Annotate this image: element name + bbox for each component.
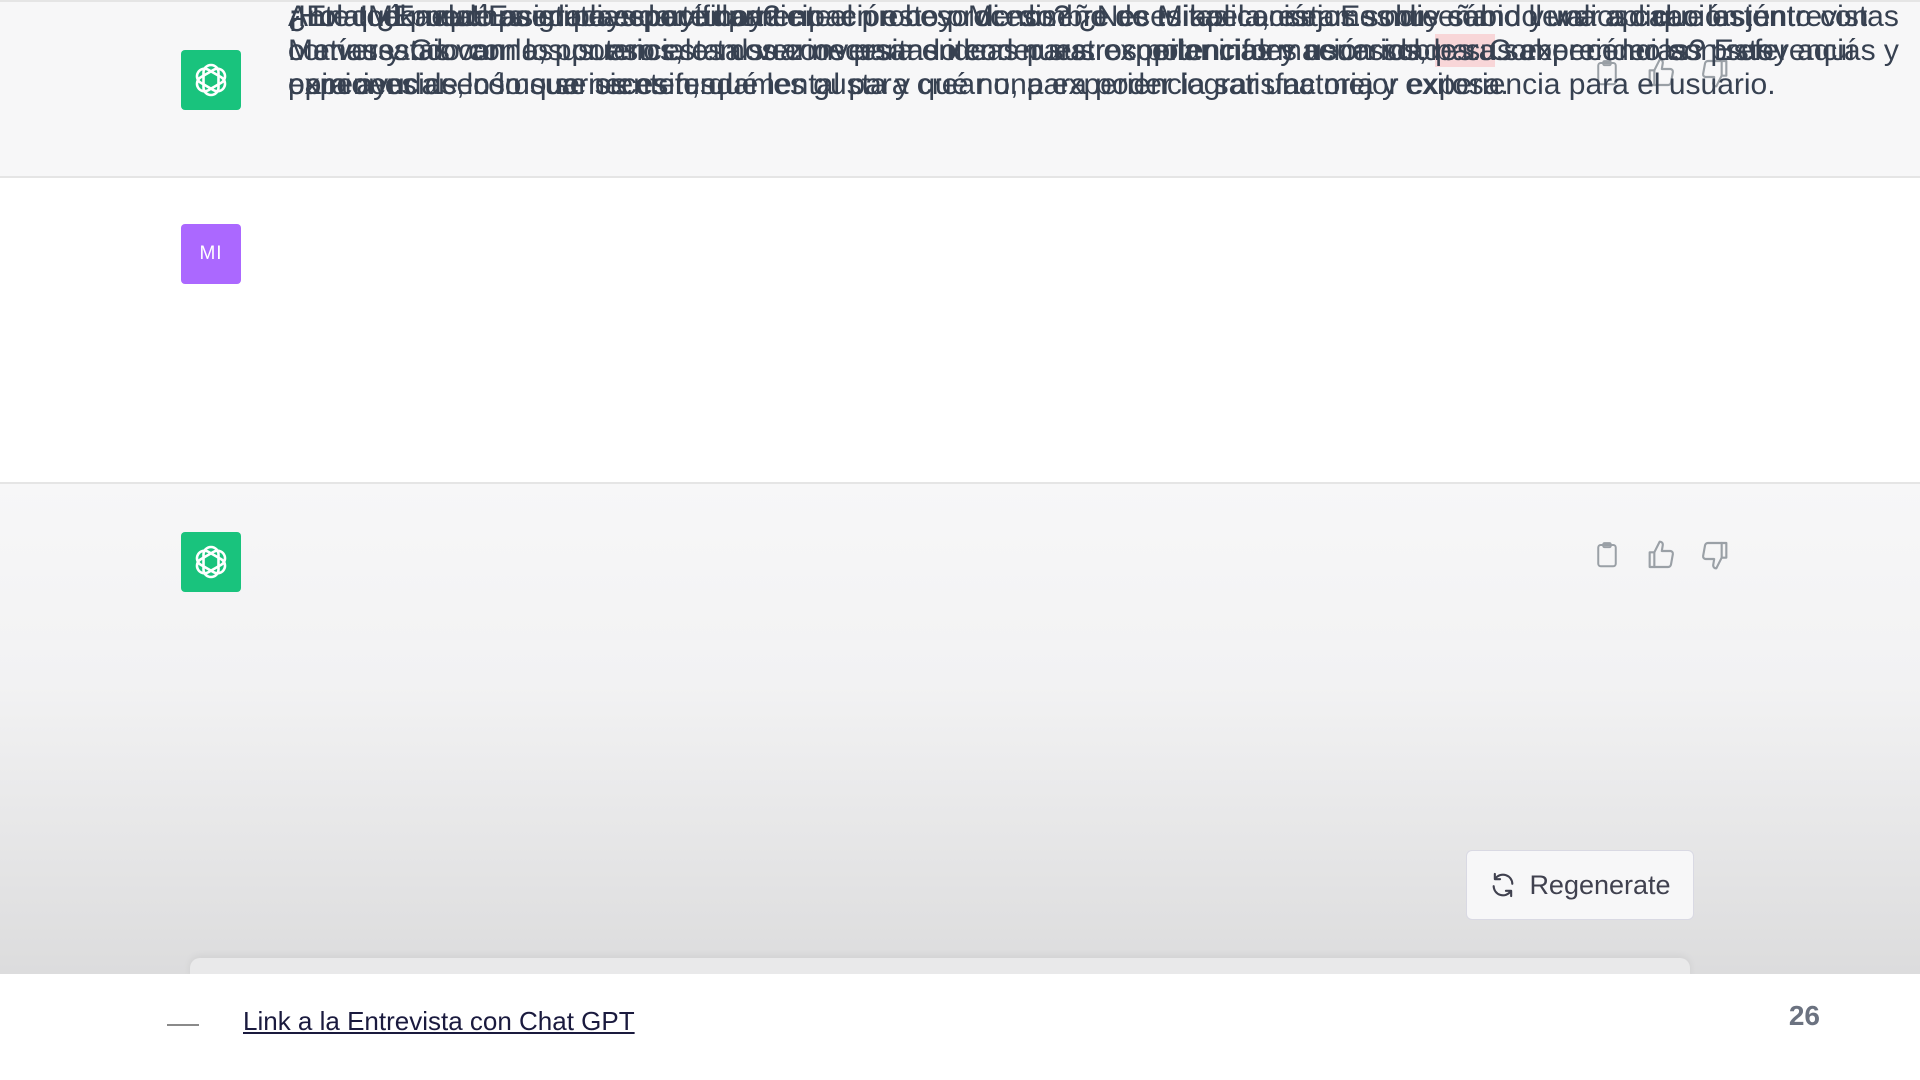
user-avatar: MI (181, 224, 241, 284)
assistant-reply-paragraph-2: ¿En qué puedo asistirte específicamente … (288, 0, 1899, 101)
input-box-edge (190, 958, 1690, 974)
refresh-icon (1489, 871, 1517, 899)
openai-logo-icon (191, 542, 231, 582)
assistant-avatar (181, 532, 241, 592)
regenerate-label: Regenerate (1529, 869, 1671, 900)
assistant-avatar (181, 50, 241, 110)
footer-divider (167, 1024, 199, 1026)
openai-logo-icon (191, 60, 231, 100)
chat-screenshot: ¡Hola! ¿En qué puedo ayudarte hoy? MI An… (0, 0, 1920, 974)
copy-icon[interactable] (1590, 538, 1624, 572)
thumbs-up-icon[interactable] (1644, 538, 1678, 572)
user-message-row (0, 178, 1920, 484)
interview-link[interactable]: Link a la Entrevista con Chat GPT (243, 1006, 635, 1037)
thumbs-down-icon[interactable] (1698, 538, 1732, 572)
page-number: 26 (1788, 1000, 1820, 1031)
message-actions (1590, 538, 1732, 572)
regenerate-button[interactable]: Regenerate (1466, 850, 1694, 920)
slide-footer: Link a la Entrevista con Chat GPT 26 (0, 974, 1920, 1080)
